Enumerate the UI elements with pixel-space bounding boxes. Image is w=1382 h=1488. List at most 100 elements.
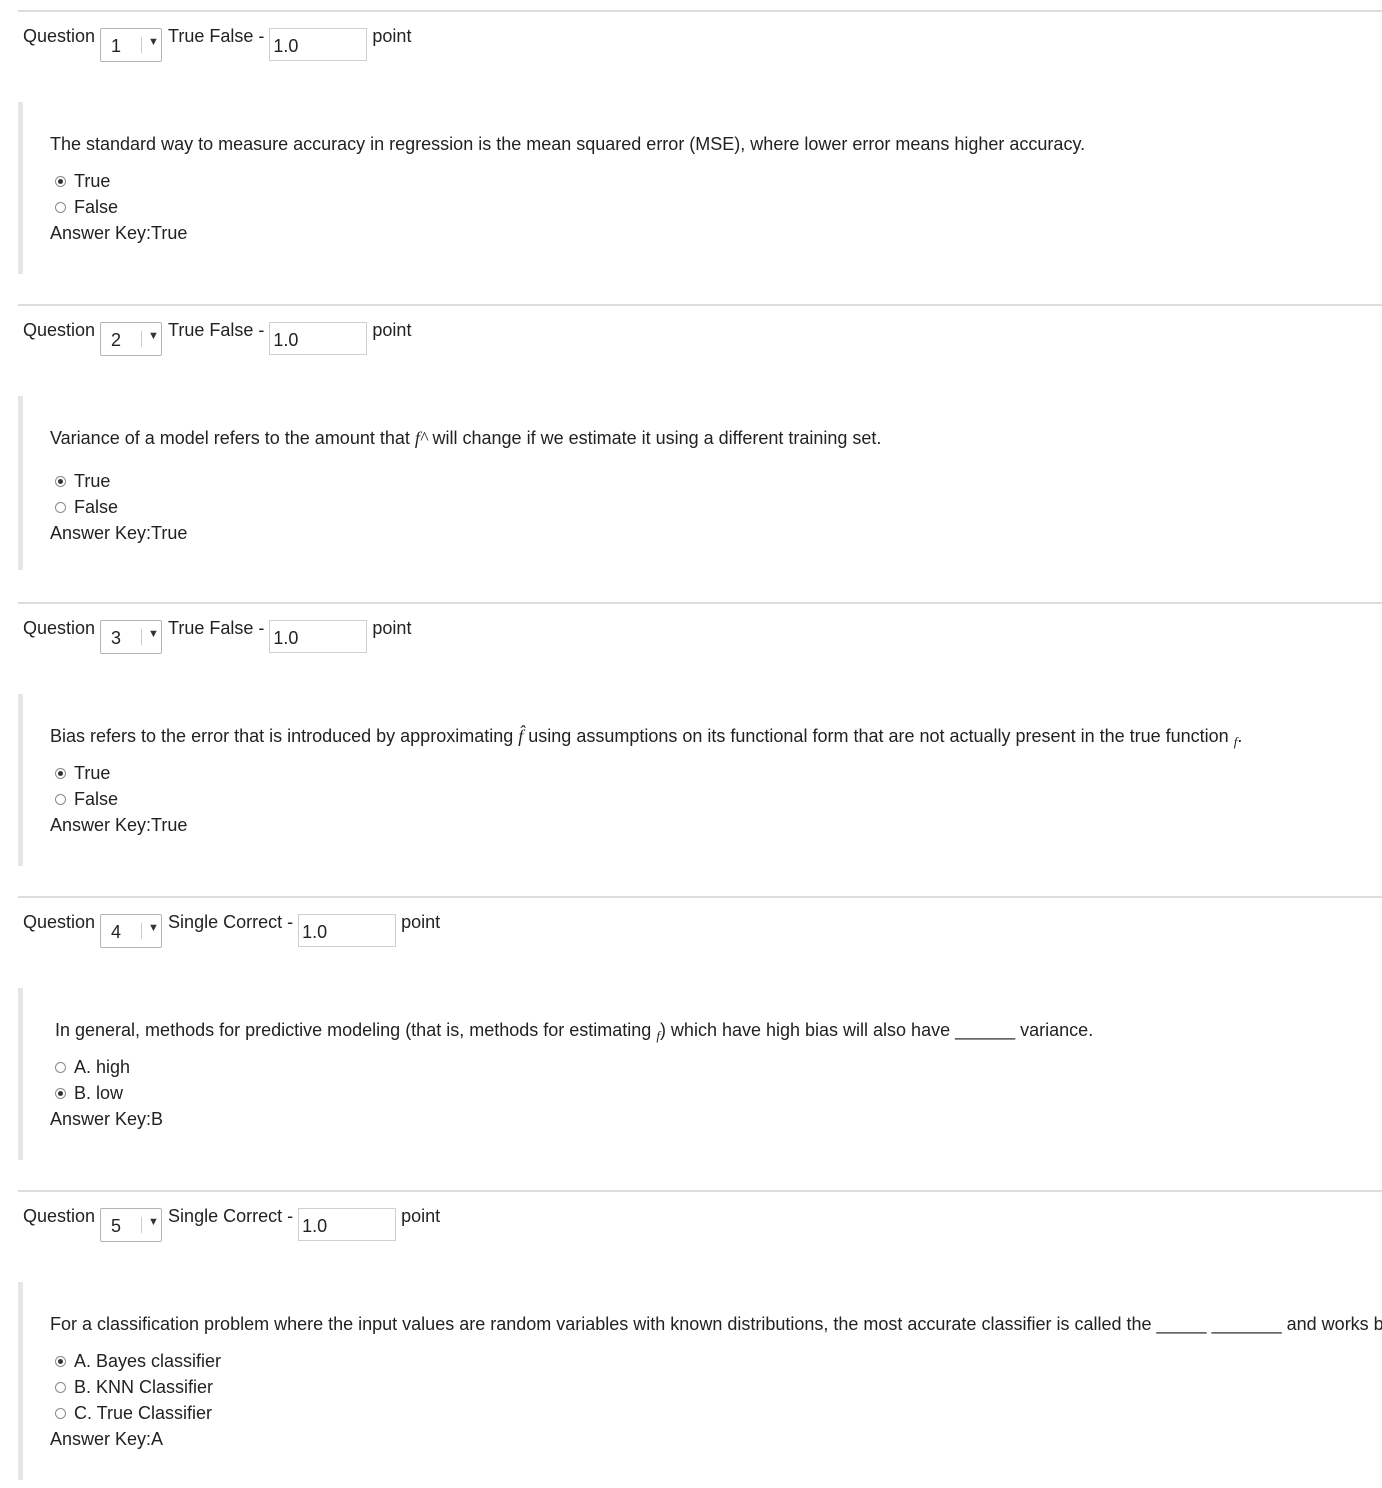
chevron-down-icon: ▼ (148, 922, 159, 934)
option-label: B. KNN Classifier (74, 1376, 214, 1397)
question-text-part: ) which have high bias will also have __… (659, 1020, 1094, 1040)
question-number-value: 4 (111, 922, 122, 942)
option-label: True (74, 762, 111, 783)
math-f-hat: f^ (414, 428, 428, 448)
option-label: B. low (74, 1082, 124, 1103)
points-input[interactable] (269, 620, 368, 653)
divider (18, 1190, 1382, 1192)
option-true[interactable]: True (55, 760, 187, 786)
option-false[interactable]: False (55, 494, 187, 520)
question-type: True False - (168, 618, 265, 638)
select-separator (141, 37, 143, 53)
question-header: Question 4 ▼ Single Correct - point (23, 902, 440, 948)
select-separator (141, 629, 143, 645)
math-f-hat: f̂ (518, 726, 524, 746)
answer-key: Answer Key:A (50, 1428, 164, 1449)
question-type: True False - (168, 26, 265, 46)
question-label: Question (23, 26, 96, 46)
options-list: True False Answer Key:True (50, 468, 187, 546)
question-body: Bias refers to the error that is introdu… (18, 694, 1382, 866)
option-label: True (74, 470, 111, 491)
question-type: Single Correct - (168, 1206, 294, 1226)
question-body: For a classification problem where the i… (18, 1282, 1382, 1480)
question-number-select[interactable]: 5 ▼ (100, 1208, 163, 1242)
question-text-part: Bias refers to the error that is introdu… (50, 726, 514, 746)
answer-key: Answer Key:True (50, 222, 188, 243)
answer-key: Answer Key:True (50, 814, 188, 835)
divider (18, 602, 1382, 604)
question-header: Question 2 ▼ True False - point (23, 310, 411, 356)
question-label: Question (23, 618, 96, 638)
question-type: Single Correct - (168, 912, 294, 932)
radio-button[interactable] (55, 175, 66, 187)
option-true[interactable]: True (55, 468, 187, 494)
question-text: In general, methods for predictive model… (55, 1020, 1093, 1044)
question-text-part: Variance of a model refers to the amount… (50, 428, 410, 448)
question-header: Question 5 ▼ Single Correct - point (23, 1196, 440, 1242)
question-label: Question (23, 912, 96, 932)
question-number-select[interactable]: 3 ▼ (100, 620, 163, 654)
option-label: False (74, 496, 119, 517)
question-number-select[interactable]: 4 ▼ (100, 914, 163, 948)
question-text-part: In general, methods for predictive model… (55, 1020, 652, 1040)
radio-button[interactable] (55, 1381, 66, 1393)
question-text-part: . (1237, 726, 1243, 746)
option-true[interactable]: True (55, 168, 187, 194)
option-label: False (74, 196, 119, 217)
question-number-value: 3 (111, 628, 122, 648)
question-header: Question 1 ▼ True False - point (23, 16, 411, 62)
radio-button[interactable] (55, 1087, 66, 1099)
question-body: The standard way to measure accuracy in … (18, 102, 1382, 274)
question-number-value: 1 (111, 36, 122, 56)
option-b[interactable]: B. low (55, 1080, 163, 1106)
chevron-down-icon: ▼ (148, 330, 159, 342)
radio-button[interactable] (55, 1061, 66, 1073)
question-body: Variance of a model refers to the amount… (18, 396, 1382, 570)
points-input[interactable] (269, 28, 368, 61)
points-input[interactable] (269, 322, 368, 355)
options-list: A. high B. low Answer Key:B (50, 1054, 163, 1132)
option-false[interactable]: False (55, 786, 187, 812)
radio-button[interactable] (55, 475, 66, 487)
option-label: C. True Classifier (74, 1402, 213, 1423)
question-number-value: 5 (111, 1216, 122, 1236)
question-type: True False - (168, 320, 265, 340)
radio-button[interactable] (55, 501, 66, 513)
option-a[interactable]: A. high (55, 1054, 163, 1080)
points-input[interactable] (298, 1208, 397, 1241)
options-list: A. Bayes classifier B. KNN Classifier C.… (50, 1348, 221, 1452)
radio-button[interactable] (55, 1407, 66, 1419)
option-label: True (74, 170, 111, 191)
option-label: A. high (74, 1056, 131, 1077)
answer-key: Answer Key:B (50, 1108, 164, 1129)
divider (18, 10, 1382, 12)
radio-button[interactable] (55, 767, 66, 779)
question-number-select[interactable]: 1 ▼ (100, 28, 163, 62)
question-number-value: 2 (111, 330, 122, 350)
option-label: A. Bayes classifier (74, 1350, 222, 1371)
chevron-down-icon: ▼ (148, 628, 159, 640)
points-input[interactable] (298, 914, 397, 947)
answer-key: Answer Key:True (50, 522, 188, 543)
radio-button[interactable] (55, 1355, 66, 1367)
radio-button[interactable] (55, 793, 66, 805)
option-c[interactable]: C. True Classifier (55, 1400, 221, 1426)
option-b[interactable]: B. KNN Classifier (55, 1374, 221, 1400)
points-unit: point (372, 26, 412, 46)
question-body: In general, methods for predictive model… (18, 988, 1382, 1160)
question-text: The standard way to measure accuracy in … (50, 134, 1086, 154)
points-unit: point (401, 912, 441, 932)
radio-button[interactable] (55, 201, 66, 213)
question-number-select[interactable]: 2 ▼ (100, 322, 163, 356)
question-text-part: using assumptions on its functional form… (528, 726, 1229, 746)
options-list: True False Answer Key:True (50, 760, 187, 838)
points-unit: point (401, 1206, 441, 1226)
question-label: Question (23, 1206, 96, 1226)
question-text-part: will change if we estimate it using a di… (432, 428, 882, 448)
option-a[interactable]: A. Bayes classifier (55, 1348, 221, 1374)
question-header: Question 3 ▼ True False - point (23, 608, 411, 654)
question-text: Bias refers to the error that is introdu… (50, 726, 1242, 750)
option-false[interactable]: False (55, 194, 187, 220)
chevron-down-icon: ▼ (148, 36, 159, 48)
question-label: Question (23, 320, 96, 340)
